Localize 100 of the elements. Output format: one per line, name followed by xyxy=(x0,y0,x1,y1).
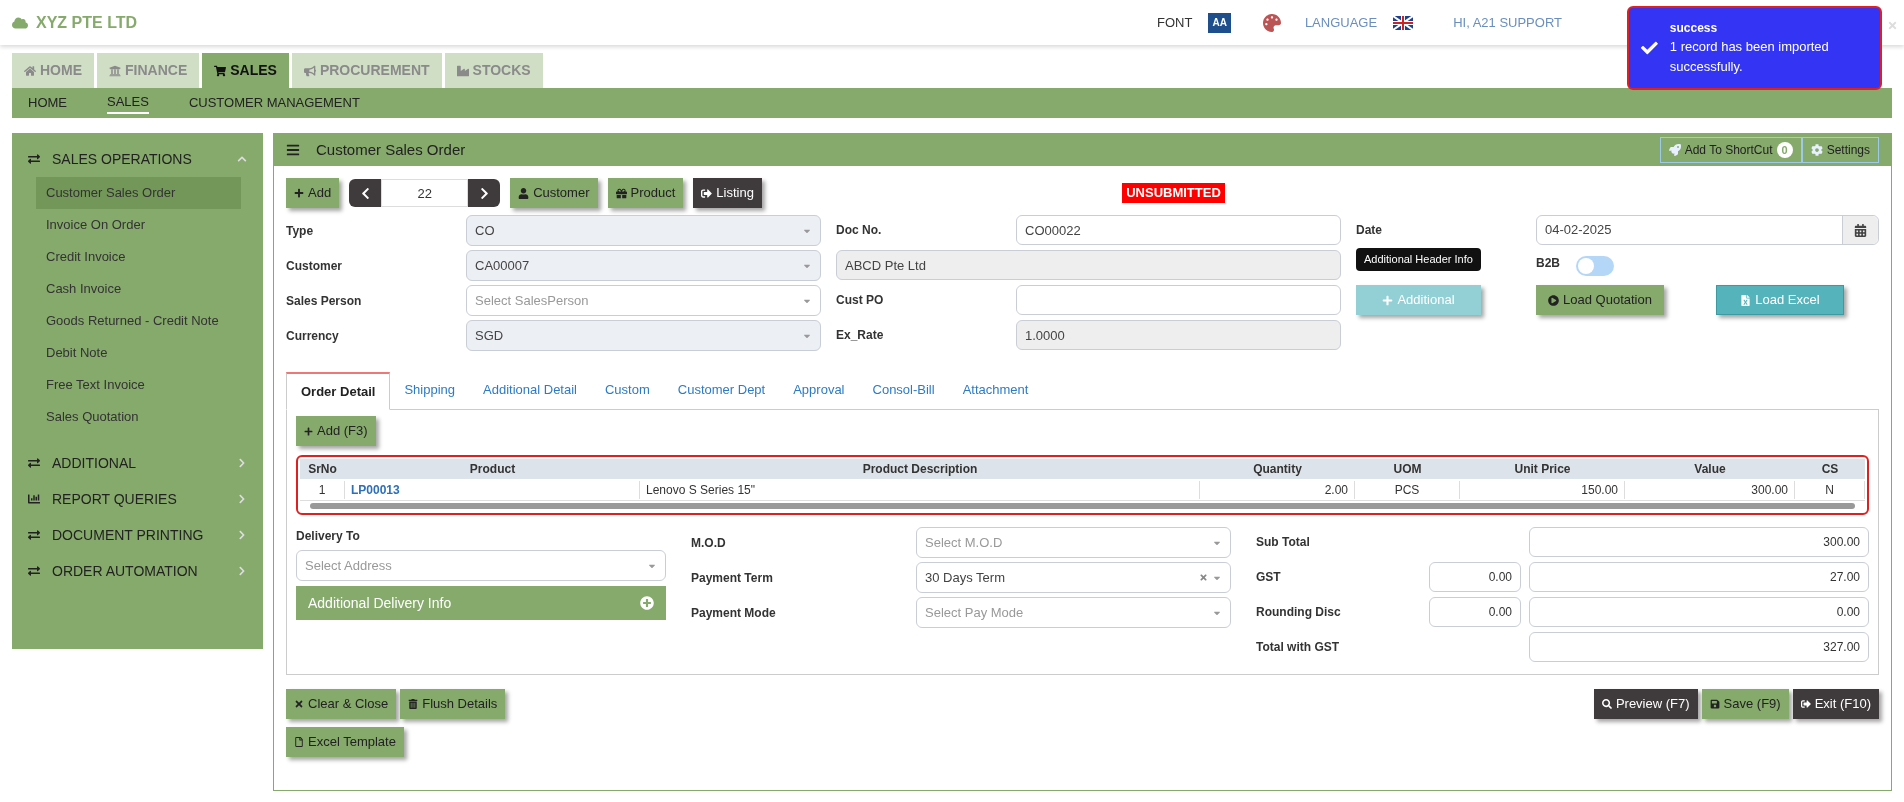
record-number-field[interactable]: 22 xyxy=(381,179,469,207)
sub-nav-link[interactable]: HOME xyxy=(28,93,67,113)
amount-field[interactable]: 300.00 xyxy=(1529,527,1869,557)
detail-tab[interactable]: Consol-Bill xyxy=(858,371,949,409)
flag-icon[interactable] xyxy=(1393,15,1414,30)
font-size-button[interactable]: AA xyxy=(1208,12,1231,33)
column-header[interactable]: UOM xyxy=(1355,460,1460,478)
select-field[interactable]: CO xyxy=(466,215,821,246)
sidebar-item[interactable]: Invoice On Order xyxy=(36,209,241,241)
field-label: Payment Mode xyxy=(691,604,777,622)
footer-button[interactable]: Exit (F10) xyxy=(1792,689,1879,719)
add-line-button[interactable]: Add (F3) xyxy=(296,416,376,446)
excel-template-button[interactable]: Excel Template xyxy=(286,727,404,757)
calendar-icon[interactable] xyxy=(1854,223,1867,237)
sub-nav-link[interactable]: CUSTOMER MANAGEMENT xyxy=(188,93,360,113)
amount-field[interactable]: 0.00 xyxy=(1529,597,1869,627)
detail-tab[interactable]: Approval xyxy=(779,371,859,409)
brand-name: XYZ PTE LTD xyxy=(36,12,138,33)
column-header[interactable]: Product Description xyxy=(640,460,1200,478)
detail-tab[interactable]: Shipping xyxy=(390,371,470,409)
sidebar-group[interactable]: REPORT QUERIES xyxy=(12,481,263,517)
menu-icon[interactable] xyxy=(286,143,300,157)
clear-icon[interactable] xyxy=(1199,573,1208,582)
column-header[interactable]: Product xyxy=(345,460,640,478)
rate-field[interactable]: 0.00 xyxy=(1429,597,1521,627)
text-field[interactable] xyxy=(1016,285,1341,315)
product-link[interactable]: LP00013 xyxy=(345,480,640,499)
sidebar-item[interactable]: Sales Quotation xyxy=(36,401,241,433)
column-header[interactable]: Quantity xyxy=(1200,460,1355,478)
next-button[interactable] xyxy=(468,179,501,207)
b2b-label: B2B xyxy=(1536,255,1560,272)
sidebar-group[interactable]: DOCUMENT PRINTING xyxy=(12,517,263,553)
toast-message: 1 record has been imported successfully. xyxy=(1669,38,1830,76)
tab-icon xyxy=(109,64,121,77)
field-label: Sub Total xyxy=(1256,534,1311,551)
sidebar-item[interactable]: Cash Invoice xyxy=(36,273,241,305)
column-header[interactable]: SrNo xyxy=(300,460,345,478)
footer-button[interactable]: Clear & Close xyxy=(286,689,397,719)
shortcut-button[interactable]: Add To ShortCut 0 xyxy=(1659,137,1802,163)
header-action-button[interactable]: Load Quotation xyxy=(1536,285,1664,315)
table-cell: 300.00 xyxy=(1625,480,1795,499)
group-icon xyxy=(28,529,40,541)
toolbar-button[interactable]: Listing xyxy=(693,178,762,208)
column-header[interactable]: CS xyxy=(1795,460,1865,478)
chevron-right-icon xyxy=(237,458,247,468)
table-cell: Lenovo S Series 15" xyxy=(640,480,1200,499)
previous-button[interactable] xyxy=(349,179,382,207)
sidebar-group[interactable]: ADDITIONAL xyxy=(12,445,263,481)
rate-field[interactable]: 0.00 xyxy=(1429,562,1521,592)
field-label: GST xyxy=(1256,569,1282,586)
b2b-toggle[interactable] xyxy=(1576,256,1614,276)
settings-button[interactable]: Settings xyxy=(1801,137,1879,163)
language-label[interactable]: LANGUAGE xyxy=(1304,12,1378,33)
detail-tab[interactable]: Order Detail xyxy=(286,372,391,410)
detail-tab[interactable]: Customer Dept xyxy=(663,371,780,409)
select-field[interactable]: SGD xyxy=(466,320,821,351)
sidebar-item[interactable]: Free Text Invoice xyxy=(36,369,241,401)
detail-tab[interactable]: Additional Detail xyxy=(469,371,591,409)
sidebar-item[interactable]: Credit Invoice xyxy=(36,241,241,273)
sub-nav-link[interactable]: SALES xyxy=(107,92,149,114)
chevron-up-icon xyxy=(237,154,247,164)
field-label: Total with GST xyxy=(1256,639,1341,656)
toast-title: success xyxy=(1669,20,1719,37)
footer-button[interactable]: Preview (F7) xyxy=(1593,689,1698,719)
status-badge: UNSUBMITTED xyxy=(1122,183,1225,203)
button-icon xyxy=(408,699,419,709)
field-label: Cust PO xyxy=(836,292,885,309)
amount-field[interactable]: 327.00 xyxy=(1529,632,1869,662)
footer-button[interactable]: Save (F9) xyxy=(1701,689,1789,719)
date-field[interactable]: 04-02-2025 xyxy=(1536,215,1879,245)
amount-field[interactable]: 27.00 xyxy=(1529,562,1869,592)
count-badge: 0 xyxy=(1776,141,1793,159)
button-icon xyxy=(615,187,627,199)
palette-icon[interactable] xyxy=(1262,13,1281,32)
sidebar-group[interactable]: ORDER AUTOMATION xyxy=(12,553,263,589)
chevron-right-icon xyxy=(237,494,247,504)
user-greeting[interactable]: HI, A21 SUPPORT xyxy=(1453,12,1562,33)
toolbar-button[interactable]: Product xyxy=(607,178,684,208)
detail-tab[interactable]: Custom xyxy=(591,371,664,409)
detail-tab[interactable]: Attachment xyxy=(948,371,1043,409)
group-icon xyxy=(28,153,40,165)
tab-icon xyxy=(303,64,316,77)
sidebar-item[interactable]: Goods Returned - Credit Note xyxy=(36,305,241,337)
column-header[interactable]: Unit Price xyxy=(1460,460,1625,478)
file-icon xyxy=(294,737,304,747)
tooltip: Additional Header Info xyxy=(1356,248,1481,271)
sidebar-group[interactable]: SALES OPERATIONS xyxy=(12,141,263,177)
button-icon xyxy=(1382,294,1394,306)
button-icon xyxy=(701,187,713,199)
footer-button[interactable]: Flush Details xyxy=(400,689,506,719)
select-field[interactable]: 30 Days Term xyxy=(916,562,1231,593)
sidebar-item[interactable]: Customer Sales Order xyxy=(36,177,241,209)
module-tab[interactable]: SALES xyxy=(202,53,289,88)
text-field[interactable]: CO00022 xyxy=(1016,215,1341,245)
add-button[interactable]: Add xyxy=(286,178,340,208)
select-field[interactable]: CA00007 xyxy=(466,250,821,281)
column-header[interactable]: Value xyxy=(1625,460,1795,478)
toolbar-button[interactable]: Customer xyxy=(510,178,598,208)
sidebar-item[interactable]: Debit Note xyxy=(36,337,241,369)
tab-icon xyxy=(24,64,36,77)
